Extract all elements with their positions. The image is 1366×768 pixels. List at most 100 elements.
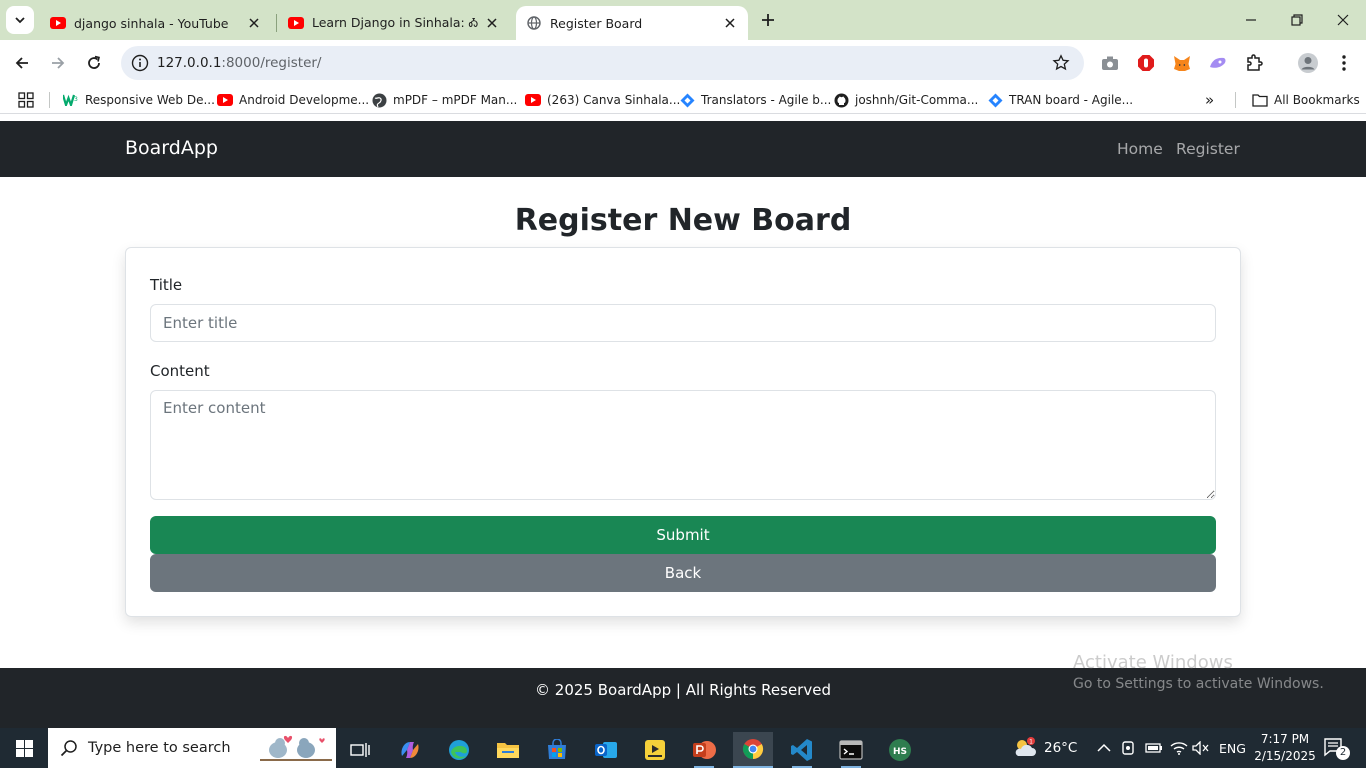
hs-badge-icon: HS (889, 739, 911, 761)
back-button[interactable] (8, 49, 36, 77)
vscode-app[interactable] (782, 732, 822, 768)
terminal-icon (839, 740, 863, 760)
arrow-left-icon (15, 57, 28, 69)
youtube-icon (288, 15, 304, 31)
powerpoint-icon (693, 741, 716, 759)
youtube-icon (525, 92, 541, 108)
submit-button[interactable]: Submit (150, 516, 1216, 554)
start-button[interactable] (0, 728, 48, 768)
terminal-app[interactable] (831, 732, 871, 768)
forward-button[interactable] (44, 49, 72, 77)
address-bar[interactable]: 127.0.0.1:8000/register/ (121, 46, 1084, 80)
brand-logo[interactable]: BoardApp (125, 137, 218, 159)
file-explorer-app[interactable] (488, 732, 528, 768)
tab-learn-django-sinhala[interactable]: Learn Django in Sinhala: ᎣᎣ ᎣᎣ (278, 6, 510, 40)
bookmark-divider (49, 92, 50, 108)
close-icon[interactable] (484, 15, 500, 31)
tab-divider (276, 14, 277, 32)
info-icon[interactable] (131, 54, 149, 72)
back-button[interactable]: Back (150, 554, 1216, 592)
notification-center-button[interactable]: 2 (1324, 728, 1350, 768)
jira-icon (987, 92, 1003, 108)
apps-button[interactable] (18, 90, 34, 110)
url-path: :8000/register/ (221, 55, 322, 71)
taskbar-clock[interactable]: 7:17 PM 2/15/2025 (1244, 731, 1326, 765)
taskbar-search-box[interactable]: Type here to search (48, 728, 336, 768)
minimize-button[interactable] (1228, 0, 1274, 40)
hs-app[interactable]: HS (880, 732, 920, 768)
kebab-menu-icon (1342, 55, 1346, 71)
content-label: Content (150, 362, 210, 380)
bookmark-canva-sinhala[interactable]: (263) Canva Sinhala... (525, 90, 680, 110)
close-window-button[interactable] (1320, 0, 1366, 40)
page-title: Register New Board (514, 203, 852, 238)
close-icon (1337, 14, 1349, 26)
nav-home-link[interactable]: Home (1117, 140, 1163, 158)
tab-title: django sinhala - YouTube (74, 15, 229, 31)
bookmark-label: joshnh/Git-Comma... (855, 93, 979, 107)
svg-text:1: 1 (1029, 739, 1033, 746)
show-hidden-icons-button[interactable] (1097, 728, 1111, 768)
nav-register-link[interactable]: Register (1176, 140, 1240, 158)
browser-toolbar: 127.0.0.1:8000/register/ (0, 40, 1366, 86)
wifi-button[interactable] (1170, 728, 1188, 768)
content-textarea[interactable] (150, 390, 1216, 500)
media-player-app[interactable] (635, 732, 675, 768)
microsoft-store-app[interactable] (537, 732, 577, 768)
bookmark-label: All Bookmarks (1274, 93, 1360, 107)
close-icon[interactable] (722, 15, 738, 31)
volume-button[interactable] (1192, 728, 1210, 768)
task-view-button[interactable] (340, 732, 380, 768)
new-tab-button[interactable] (756, 8, 780, 32)
weather-widget[interactable]: 1 26°C (1012, 728, 1077, 768)
tab-django-sinhala-youtube[interactable]: django sinhala - YouTube (40, 6, 272, 40)
tab-register-board[interactable]: Register Board (516, 6, 748, 40)
restore-button[interactable] (1274, 0, 1320, 40)
all-bookmarks-button[interactable]: All Bookmarks (1252, 90, 1360, 110)
arrow-right-icon (52, 57, 65, 69)
battery-button[interactable] (1145, 728, 1163, 768)
chrome-app[interactable] (733, 732, 773, 768)
camera-extension-button[interactable] (1098, 51, 1122, 75)
bookmark-translators-agile[interactable]: Translators - Agile b... (679, 90, 831, 110)
outlook-icon (595, 742, 617, 758)
bookmark-tran-board-agile[interactable]: TRAN board - Agile... (987, 90, 1133, 110)
bookmark-label: (263) Canva Sinhala... (547, 93, 681, 107)
reload-button[interactable] (80, 49, 108, 77)
player-icon (645, 740, 665, 760)
reload-icon (88, 55, 100, 69)
metamask-extension-button[interactable] (1170, 51, 1194, 75)
bookmark-git-commands[interactable]: joshnh/Git-Comma... (833, 90, 978, 110)
svg-text:3: 3 (74, 96, 78, 103)
profile-avatar[interactable] (1296, 51, 1320, 75)
globe-icon (526, 15, 542, 31)
edge-browser-app[interactable] (439, 732, 479, 768)
w3-icon: 3 (63, 92, 79, 108)
bookmark-mpdf-manual[interactable]: mPDF – mPDF Man... (371, 90, 517, 110)
webcam-icon (1122, 741, 1134, 755)
extensions-button[interactable] (1242, 51, 1266, 75)
chevron-down-icon (15, 17, 25, 24)
title-label: Title (150, 276, 183, 294)
youtube-icon (217, 92, 233, 108)
bookmarks-bar: 3 Responsive Web De... Android Developme… (0, 86, 1366, 114)
gemini-extension-button[interactable] (1206, 51, 1230, 75)
fox-icon (1174, 56, 1190, 71)
title-input[interactable] (150, 304, 1216, 342)
copilot-app[interactable] (390, 732, 430, 768)
input-language-button[interactable]: ENG (1219, 728, 1246, 768)
bookmark-android-development[interactable]: Android Developme... (217, 90, 369, 110)
powerpoint-app[interactable] (684, 732, 724, 768)
avatar-icon (1298, 53, 1318, 73)
tab-search-button[interactable] (6, 6, 34, 34)
meet-now-icon-button[interactable] (1121, 728, 1137, 768)
volume-muted-icon (1192, 741, 1209, 755)
more-bookmarks-button[interactable]: » (1205, 90, 1214, 110)
chrome-menu-button[interactable] (1332, 51, 1356, 75)
outlook-app[interactable] (586, 732, 626, 768)
bookmark-star-icon[interactable] (1052, 54, 1070, 72)
close-icon[interactable] (246, 15, 262, 31)
adblock-extension-button[interactable] (1134, 51, 1158, 75)
weather-temperature: 26°C (1044, 740, 1078, 756)
bookmark-responsive-web-design[interactable]: 3 Responsive Web De... (63, 90, 215, 110)
